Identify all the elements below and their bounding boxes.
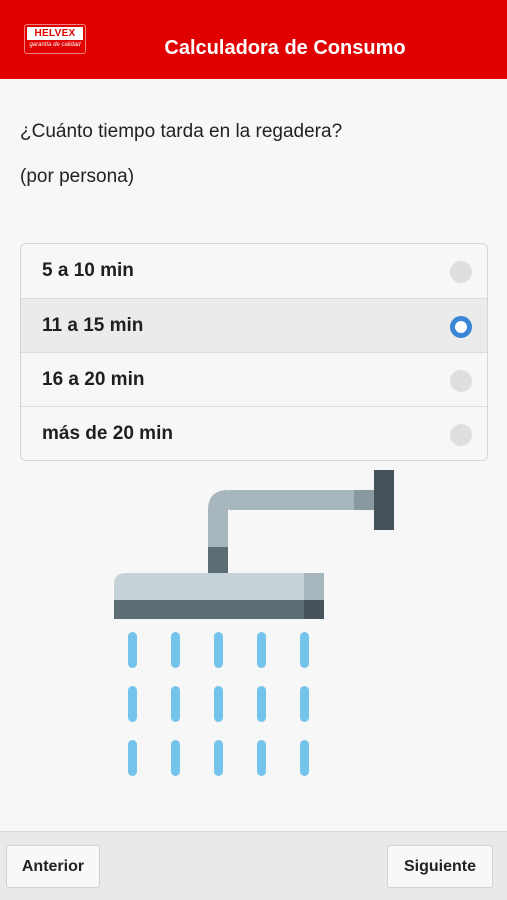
pipe-connector — [354, 490, 374, 510]
option-11-15-min[interactable]: 11 a 15 min — [21, 298, 487, 352]
radio-button[interactable] — [450, 424, 472, 446]
page-title: Calculadora de Consumo — [164, 37, 406, 59]
option-label: 11 a 15 min — [42, 315, 144, 336]
question-text: ¿Cuánto tiempo tarda en la regadera? — [20, 121, 343, 142]
radio-button-selected[interactable] — [450, 316, 472, 338]
app-header: HELVEX garantía de calidad Calculadora d… — [0, 0, 507, 79]
logo-tagline: garantía de calidad — [29, 42, 81, 48]
previous-button[interactable]: Anterior — [6, 845, 100, 888]
helvex-logo: HELVEX garantía de calidad — [24, 24, 86, 54]
option-label: 5 a 10 min — [42, 260, 134, 281]
question-subtext: (por persona) — [20, 166, 135, 187]
logo-brand-text: HELVEX — [27, 27, 83, 40]
next-button[interactable]: Siguiente — [387, 845, 493, 888]
footer-nav: Anterior Siguiente — [0, 831, 507, 900]
shower-head-top — [114, 573, 324, 600]
option-label: 16 a 20 min — [42, 369, 145, 390]
duration-options-list: 5 a 10 min 11 a 15 min 16 a 20 min más d… — [20, 243, 488, 461]
shower-head-icon — [114, 470, 394, 776]
option-5-10-min[interactable]: 5 a 10 min — [21, 244, 487, 298]
radio-button[interactable] — [450, 370, 472, 392]
water-drops — [128, 632, 309, 776]
option-label: más de 20 min — [42, 423, 173, 444]
option-more-20-min[interactable]: más de 20 min — [21, 406, 487, 460]
option-16-20-min[interactable]: 16 a 20 min — [21, 352, 487, 406]
wall-mount — [374, 470, 394, 530]
radio-button[interactable] — [450, 261, 472, 283]
pipe-joint — [208, 547, 228, 573]
shower-head-bottom-edge — [304, 600, 324, 619]
shower-head-side — [304, 573, 324, 600]
horizontal-pipe — [228, 490, 374, 510]
vertical-pipe — [208, 510, 228, 548]
shower-head-bottom — [114, 600, 324, 619]
